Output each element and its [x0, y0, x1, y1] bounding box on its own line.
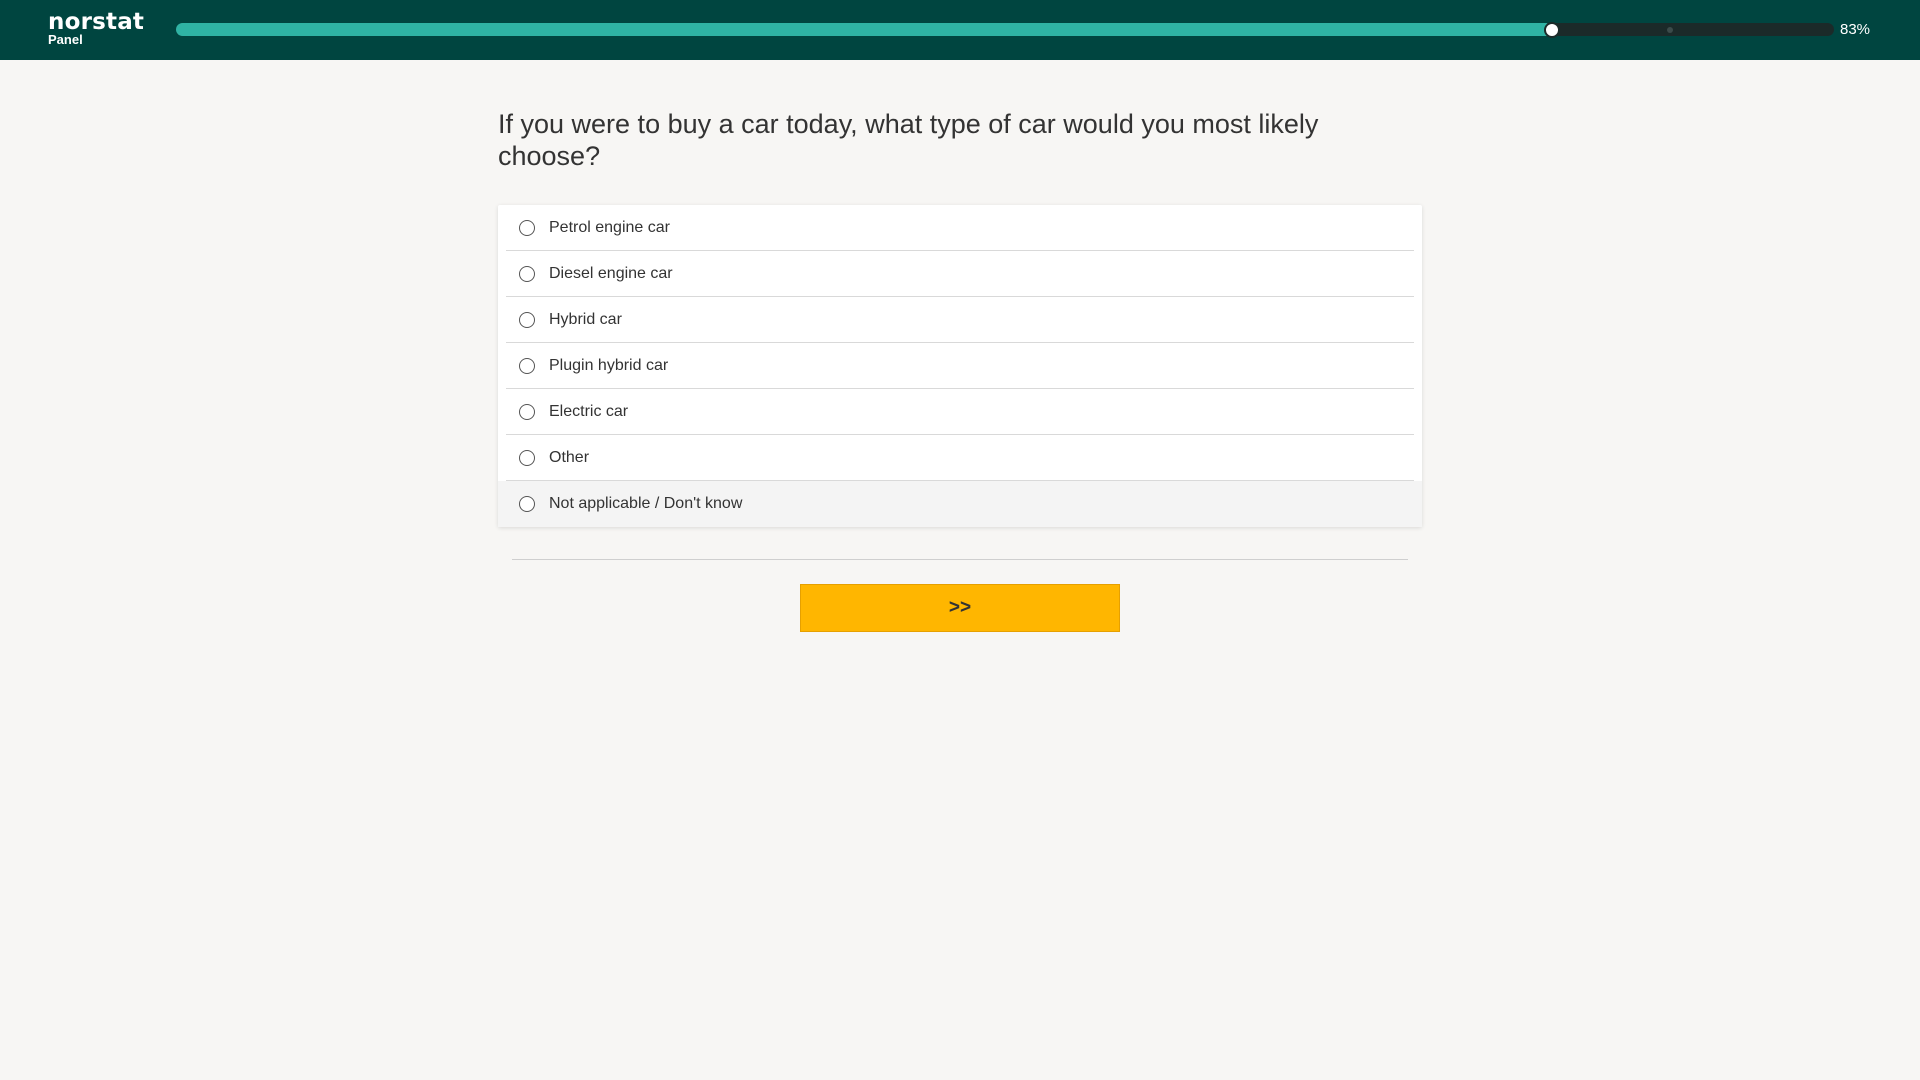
brand-subtitle: Panel — [48, 32, 83, 47]
norstat-logo: norstat Panel — [48, 9, 144, 47]
option-diesel-engine-car[interactable]: Diesel engine car — [506, 251, 1414, 297]
radio-button[interactable] — [519, 265, 535, 282]
progress-handle — [1544, 21, 1560, 38]
radio-button[interactable] — [519, 403, 535, 420]
option-label: Electric car — [549, 402, 629, 420]
option-petrol-engine-car[interactable]: Petrol engine car — [506, 205, 1414, 251]
radio-button[interactable] — [519, 449, 535, 466]
answer-options: Petrol engine car Diesel engine car Hybr… — [498, 205, 1422, 527]
option-hybrid-car[interactable]: Hybrid car — [506, 297, 1414, 343]
option-electric-car[interactable]: Electric car — [506, 389, 1414, 435]
option-label: Plugin hybrid car — [549, 356, 669, 374]
option-plugin-hybrid-car[interactable]: Plugin hybrid car — [506, 343, 1414, 389]
radio-button[interactable] — [519, 496, 535, 512]
progress-percentage: 83% — [1840, 21, 1871, 38]
option-label: Other — [549, 448, 590, 466]
divider — [512, 559, 1408, 560]
option-label: Petrol engine car — [549, 218, 670, 236]
radio-button[interactable] — [519, 219, 535, 236]
header-bar: norstat Panel 83% — [0, 0, 1920, 60]
option-label: Diesel engine car — [549, 264, 673, 282]
option-other[interactable]: Other — [506, 435, 1414, 481]
option-label: Hybrid car — [549, 310, 622, 328]
question-text: If you were to buy a car today, what typ… — [498, 109, 1319, 171]
survey-main: If you were to buy a car today, what typ… — [498, 108, 1422, 632]
progress-marker — [1667, 27, 1673, 33]
progress-fill — [176, 23, 1552, 36]
radio-button[interactable] — [519, 311, 535, 328]
next-button[interactable]: >> — [800, 584, 1120, 632]
radio-button[interactable] — [519, 357, 535, 374]
option-label: Not applicable / Don't know — [549, 495, 743, 512]
option-not-applicable[interactable]: Not applicable / Don't know — [498, 481, 1422, 527]
progress-bar — [176, 23, 1834, 36]
